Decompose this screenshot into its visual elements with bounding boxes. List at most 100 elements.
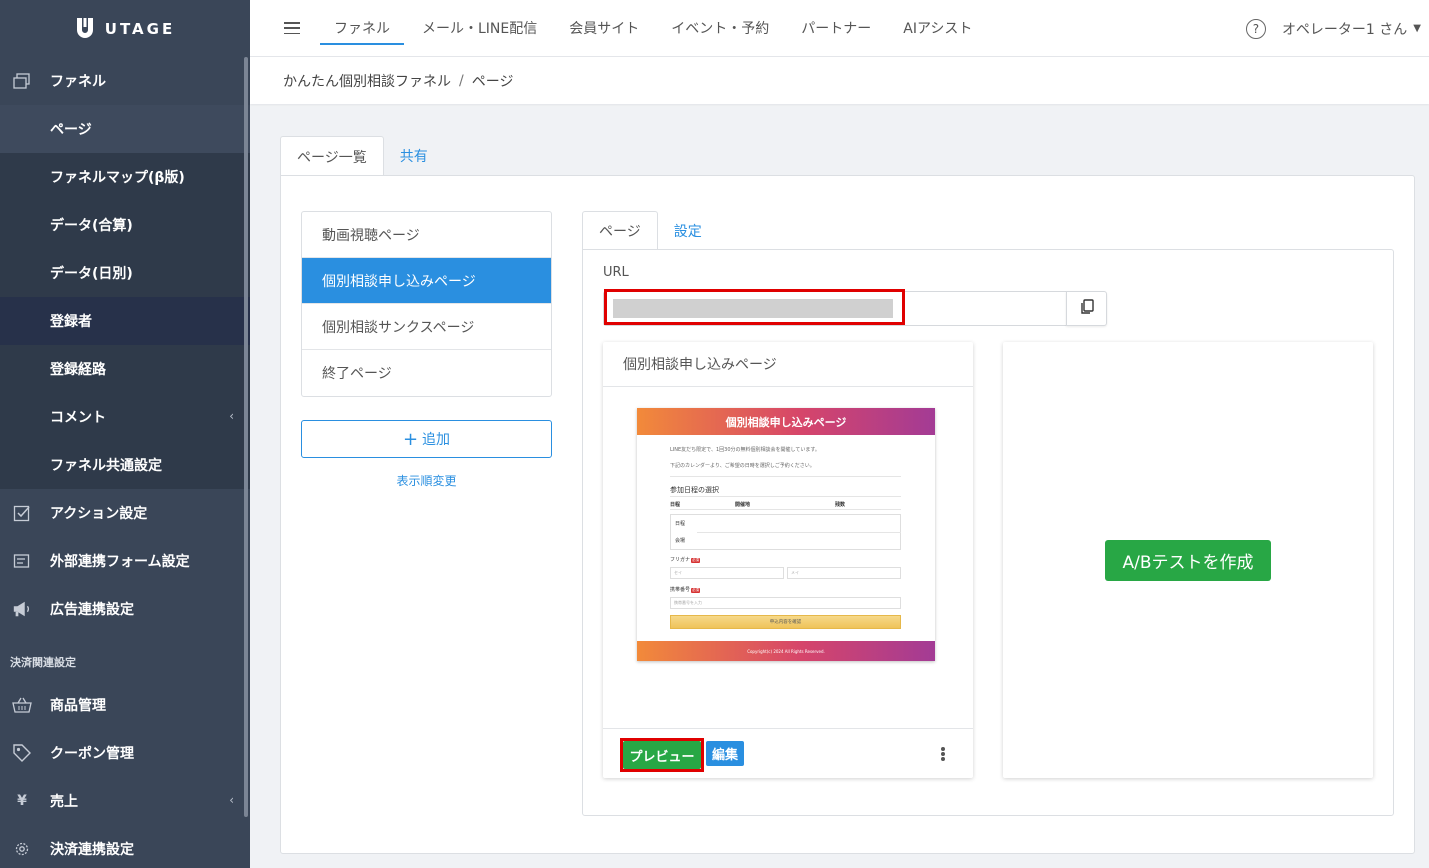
logo[interactable]: UTAGE: [0, 0, 250, 57]
page-thumbnail[interactable]: 個別相談申し込みページ LINE友だち限定で、1回30分の無料個別相談会を開催し…: [637, 408, 935, 661]
add-page-button[interactable]: + 追加: [301, 420, 552, 458]
sidebar-item-label: ファネル: [50, 74, 106, 90]
thumb-line2: 下記のカレンダーより、ご希望の日時を選択しご予約ください。: [670, 463, 815, 469]
thumb-divider: [670, 496, 901, 497]
thumb-mei-ph: メイ: [791, 570, 799, 575]
thumb-section-title: 参加日程の選択: [670, 486, 719, 494]
caret-down-icon[interactable]: ▼: [1413, 23, 1421, 34]
sidebar-item-data-total[interactable]: データ(合算): [0, 201, 250, 249]
sidebar-item-page[interactable]: ページ: [0, 105, 250, 153]
tab-page-list[interactable]: ページ一覧: [280, 136, 384, 176]
breadcrumb-current: ページ: [471, 73, 514, 90]
tab-page[interactable]: ページ: [582, 211, 658, 250]
thumb-footer: Copyright(c) 2024 All Rights Reserved.: [637, 641, 935, 661]
help-icon[interactable]: ?: [1245, 18, 1266, 39]
thumb-divider: [670, 509, 901, 510]
breadcrumb-parent[interactable]: かんたん個別相談ファネル: [283, 71, 451, 91]
thumb-divider: [697, 532, 901, 533]
thumb-furigana-text: フリガナ: [670, 557, 691, 563]
thumb-row-date: 日程: [675, 521, 686, 527]
ab-test-card: A/Bテストを作成: [1003, 342, 1373, 778]
main-tabs: ページ一覧 共有: [280, 136, 444, 176]
thumb-line1: LINE友だち限定で、1回30分の無料個別相談会を開催しています。: [670, 447, 820, 453]
thumb-phone-input: 携帯番号を入力: [670, 597, 901, 609]
breadcrumb: かんたん個別相談ファネル / ページ: [250, 57, 1429, 104]
hamburger-menu-icon[interactable]: [284, 22, 300, 34]
copy-url-button[interactable]: [1066, 291, 1107, 326]
sidebar-item-sales[interactable]: ¥ 売上 ‹: [0, 777, 250, 825]
thumb-required-badge: 必須: [691, 558, 701, 563]
form-icon: [12, 551, 32, 571]
page-item-end[interactable]: 終了ページ: [302, 350, 551, 396]
logo-text: UTAGE: [104, 19, 176, 38]
topnav-ai-assist[interactable]: AIアシスト: [887, 0, 988, 57]
thumb-furigana-label: フリガナ 必須: [670, 556, 701, 563]
basket-icon: [12, 695, 32, 715]
preview-card: 個別相談申し込みページ 個別相談申し込みページ LINE友だち限定で、1回30分…: [603, 342, 973, 778]
chevron-left-icon: ‹: [229, 793, 234, 807]
sidebar-item-funnel-common[interactable]: ファネル共通設定: [0, 441, 250, 489]
user-menu[interactable]: オペレーター1 さん: [1282, 19, 1407, 39]
preview-card-title: 個別相談申し込みページ: [603, 342, 973, 387]
utage-logo-icon: [75, 17, 95, 40]
topnav-event[interactable]: イベント・予約: [655, 0, 785, 57]
thumb-mei-input: メイ: [787, 567, 901, 579]
tab-settings[interactable]: 設定: [658, 211, 718, 250]
thumb-header: 個別相談申し込みページ: [637, 408, 935, 435]
preview-highlight-box: [620, 738, 704, 772]
tag-icon: [12, 743, 32, 763]
edit-button[interactable]: 編集: [706, 741, 744, 766]
sidebar-item-label: 外部連携フォーム設定: [50, 554, 190, 570]
sidebar-item-funnel-map[interactable]: ファネルマップ(β版): [0, 153, 250, 201]
thumb-row-venue: 会場: [675, 538, 686, 544]
sidebar-item-funnel[interactable]: ファネル: [0, 57, 250, 105]
sidebar-item-label: ファネルマップ(β版): [50, 170, 185, 186]
sidebar-item-action[interactable]: アクション設定: [0, 489, 250, 537]
plus-icon: +: [402, 428, 419, 450]
topnav-mail-line[interactable]: メール・LINE配信: [406, 0, 553, 57]
detail-tabs: ページ 設定: [582, 211, 718, 250]
sidebar-item-data-daily[interactable]: データ(日別): [0, 249, 250, 297]
sidebar-item-label: アクション設定: [50, 506, 148, 522]
megaphone-icon: [12, 599, 32, 619]
yen-icon: ¥: [17, 793, 27, 809]
topnav-partner[interactable]: パートナー: [785, 0, 887, 57]
add-button-label: 追加: [422, 432, 451, 448]
sidebar-item-label: ページ: [50, 122, 92, 138]
url-highlight-box: [604, 289, 905, 325]
sidebar-item-comment[interactable]: コメント ‹: [0, 393, 250, 441]
chevron-left-icon: ‹: [229, 409, 234, 423]
sidebar-item-payment-integration[interactable]: 決済連携設定: [0, 825, 250, 868]
thumb-phone-text: 携帯番号: [670, 587, 691, 593]
page-item-video[interactable]: 動画視聴ページ: [302, 212, 551, 258]
thumb-divider: [670, 476, 901, 477]
checkbox-icon: [12, 503, 32, 523]
sidebar-item-coupons[interactable]: クーポン管理: [0, 729, 250, 777]
sidebar-item-label: 広告連携設定: [50, 602, 134, 618]
topnav-funnel[interactable]: ファネル: [318, 0, 406, 57]
more-options-icon[interactable]: [941, 747, 945, 761]
sidebar-item-external-form[interactable]: 外部連携フォーム設定: [0, 537, 250, 585]
breadcrumb-separator: /: [459, 72, 464, 89]
sidebar-item-products[interactable]: 商品管理: [0, 681, 250, 729]
topbar-right: ? オペレーター1 さん ▼: [1245, 0, 1421, 57]
sidebar-item-registrants[interactable]: 登録者: [0, 297, 250, 345]
sidebar-item-registration-route[interactable]: 登録経路: [0, 345, 250, 393]
sidebar-item-ad[interactable]: 広告連携設定: [0, 585, 250, 633]
sidebar: UTAGE ファネル ページ ファネルマップ(β版) データ(合算) データ(日…: [0, 0, 250, 868]
sidebar-item-label: ファネル共通設定: [50, 458, 162, 474]
sidebar-scrollbar[interactable]: [244, 57, 248, 817]
reorder-link[interactable]: 表示順変更: [301, 472, 552, 489]
topnav-member-site[interactable]: 会員サイト: [553, 0, 655, 57]
thumb-required-badge: 必須: [691, 588, 701, 593]
tab-share[interactable]: 共有: [384, 136, 444, 176]
page-item-consult-thanks[interactable]: 個別相談サンクスページ: [302, 304, 551, 350]
sidebar-section-payment: 決済関連設定: [0, 643, 250, 681]
url-label: URL: [603, 265, 629, 280]
create-ab-test-button[interactable]: A/Bテストを作成: [1105, 540, 1271, 581]
sidebar-item-label: クーポン管理: [50, 746, 134, 762]
thumb-sei-input: セイ: [670, 567, 784, 579]
thumb-col-date: 日程: [670, 502, 681, 508]
page-item-consult-apply[interactable]: 個別相談申し込みページ: [302, 258, 551, 304]
sidebar-item-label: 登録者: [50, 314, 92, 330]
